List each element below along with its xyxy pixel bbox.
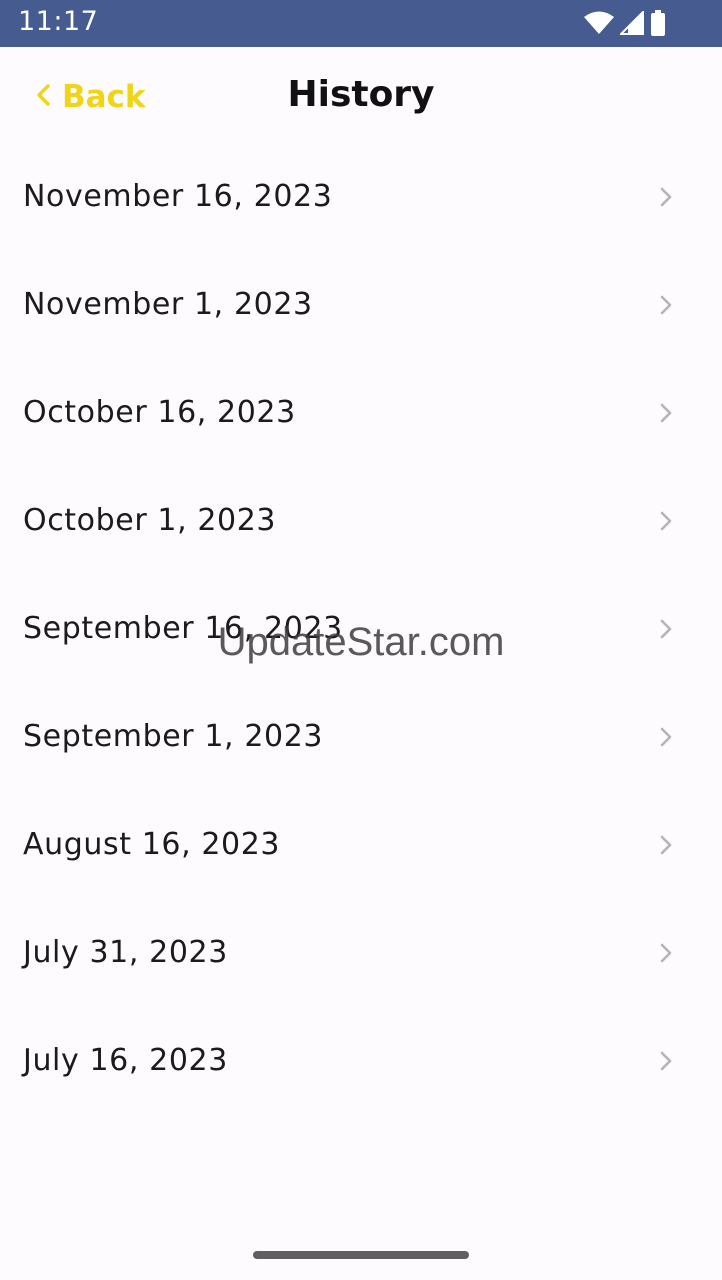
cellular-signal-icon	[620, 11, 644, 35]
chevron-right-icon	[660, 511, 672, 531]
history-item[interactable]: August 16, 2023	[0, 793, 722, 901]
chevron-right-icon	[660, 403, 672, 423]
history-item-label: July 16, 2023	[23, 1043, 228, 1078]
nav-bar: Back History	[0, 47, 722, 147]
page-title: History	[287, 74, 435, 115]
history-item[interactable]: November 1, 2023	[0, 253, 722, 361]
history-item[interactable]: November 16, 2023	[0, 145, 722, 253]
chevron-right-icon	[660, 1051, 672, 1071]
history-list: November 16, 2023 November 1, 2023 Octob…	[0, 145, 722, 1117]
history-item[interactable]: July 16, 2023	[0, 1009, 722, 1117]
history-item-label: September 16, 2023	[23, 611, 343, 646]
history-item[interactable]: October 1, 2023	[0, 469, 722, 577]
history-item[interactable]: July 31, 2023	[0, 901, 722, 1009]
history-item-label: September 1, 2023	[23, 719, 324, 754]
chevron-right-icon	[660, 187, 672, 207]
home-indicator[interactable]	[253, 1251, 469, 1259]
chevron-right-icon	[660, 295, 672, 315]
chevron-right-icon	[660, 727, 672, 747]
wifi-icon	[584, 11, 614, 35]
history-item-label: October 1, 2023	[23, 503, 277, 538]
history-item-label: November 16, 2023	[23, 179, 333, 214]
chevron-right-icon	[660, 835, 672, 855]
history-item[interactable]: September 1, 2023	[0, 685, 722, 793]
status-time: 11:17	[18, 6, 99, 37]
history-item-label: July 31, 2023	[23, 935, 228, 970]
history-item-label: November 1, 2023	[23, 287, 313, 322]
history-item[interactable]: September 16, 2023	[0, 577, 722, 685]
history-item-label: October 16, 2023	[23, 395, 296, 430]
history-item-label: August 16, 2023	[23, 827, 281, 862]
chevron-right-icon	[660, 619, 672, 639]
chevron-right-icon	[660, 943, 672, 963]
history-item[interactable]: October 16, 2023	[0, 361, 722, 469]
status-bar: 11:17	[0, 0, 722, 47]
battery-icon	[650, 10, 666, 36]
status-icons	[584, 10, 666, 36]
